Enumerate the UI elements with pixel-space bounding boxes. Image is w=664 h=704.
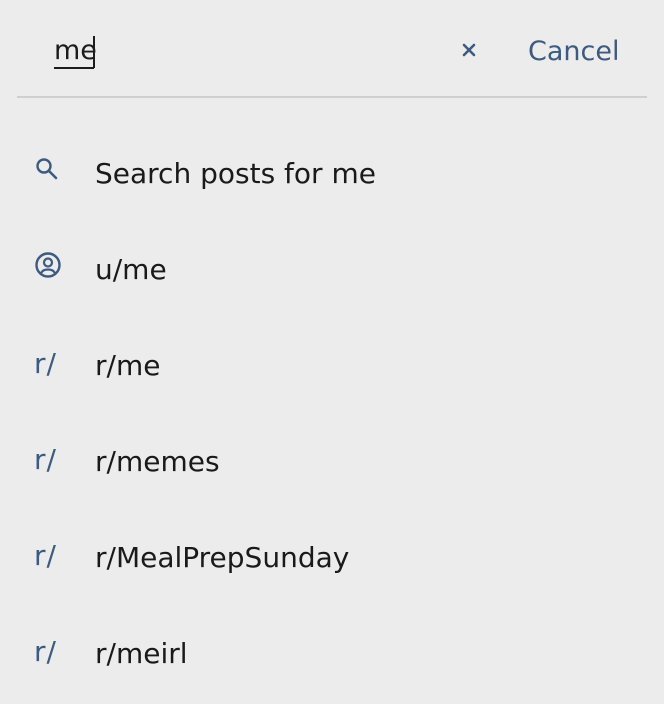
result-label: u/me bbox=[95, 253, 167, 286]
subreddit-icon: r/ bbox=[34, 442, 57, 476]
result-label: Search posts for me bbox=[95, 157, 376, 190]
subreddit-icon: r/ bbox=[34, 346, 57, 380]
user-icon bbox=[34, 251, 62, 283]
search-icon bbox=[34, 156, 60, 186]
search-screen: Cancel Search posts for me bbox=[0, 0, 664, 704]
result-label: r/meirl bbox=[95, 637, 188, 670]
text-underline bbox=[54, 67, 94, 69]
result-user[interactable]: u/me bbox=[0, 222, 664, 318]
result-label: r/MealPrepSunday bbox=[95, 541, 350, 574]
subreddit-icon: r/ bbox=[34, 634, 57, 668]
result-label: r/memes bbox=[95, 445, 220, 478]
subreddit-icon: r/ bbox=[34, 538, 57, 572]
result-search-posts[interactable]: Search posts for me bbox=[0, 126, 664, 222]
search-input[interactable] bbox=[52, 28, 432, 72]
result-subreddit[interactable]: r/ r/me bbox=[0, 318, 664, 414]
result-subreddit[interactable]: r/ r/memes bbox=[0, 414, 664, 510]
clear-button[interactable] bbox=[452, 34, 486, 68]
divider bbox=[17, 96, 647, 98]
cancel-button[interactable]: Cancel bbox=[528, 32, 619, 72]
search-bar: Cancel bbox=[0, 0, 664, 98]
search-results-list: Search posts for me u/me r/ r/me r/ r/me… bbox=[0, 126, 664, 702]
result-subreddit[interactable]: r/ r/MealPrepSunday bbox=[0, 510, 664, 606]
result-label: r/me bbox=[95, 349, 161, 382]
text-caret bbox=[93, 36, 95, 68]
close-icon bbox=[462, 42, 476, 61]
result-subreddit[interactable]: r/ r/meirl bbox=[0, 606, 664, 702]
